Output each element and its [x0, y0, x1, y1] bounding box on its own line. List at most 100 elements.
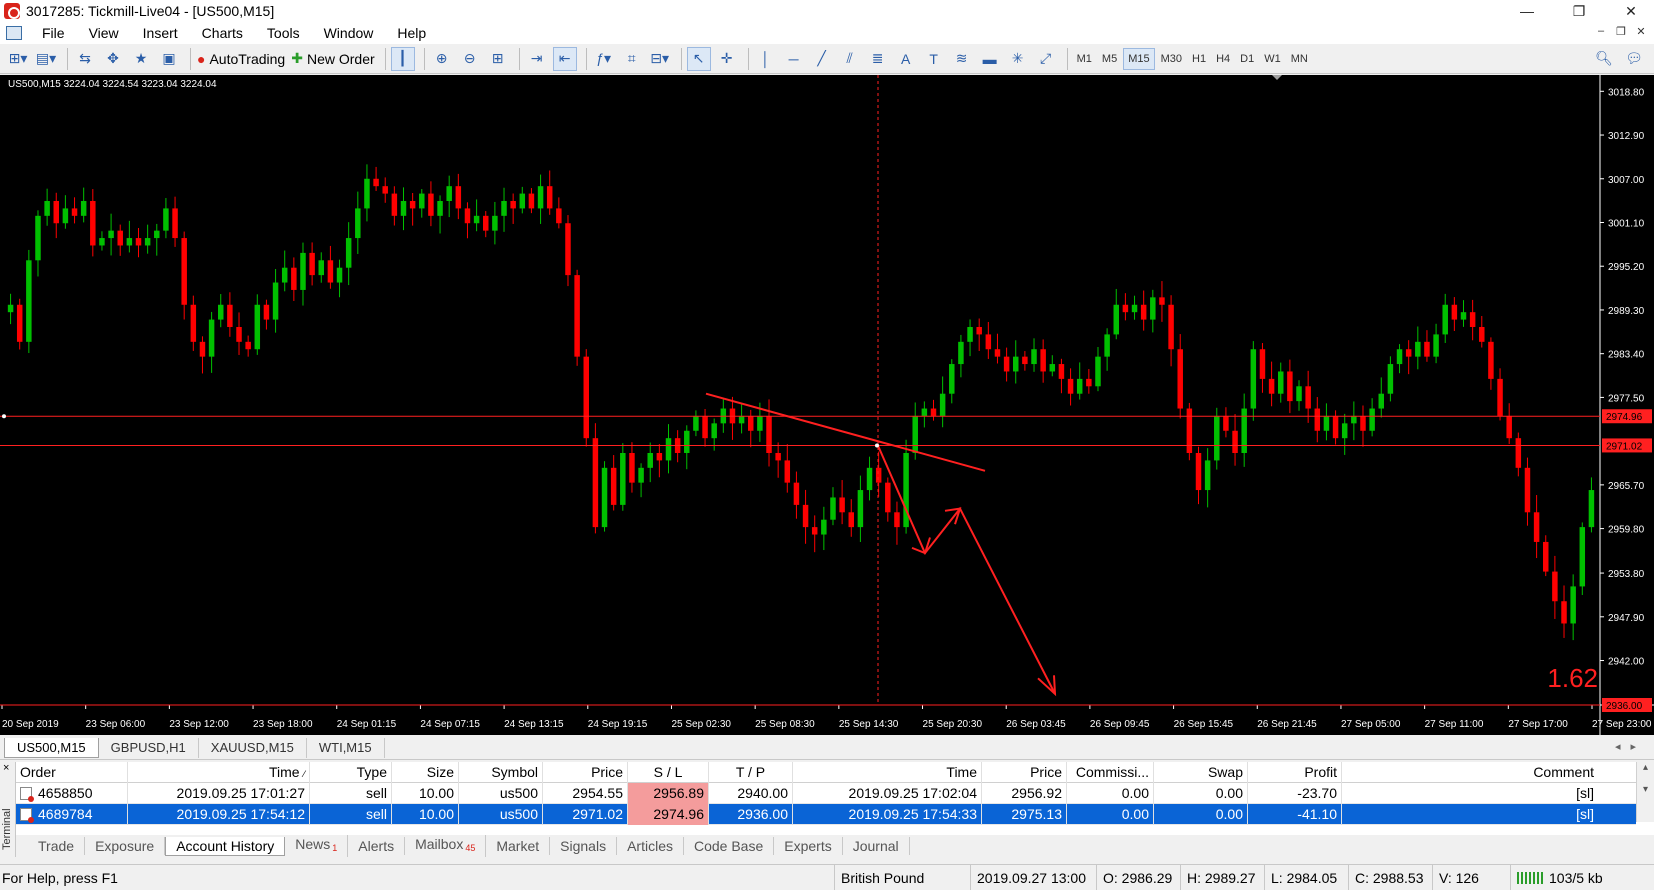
chart-tab-gbpusd-h1[interactable]: GBPUSD,H1 [99, 738, 199, 758]
tab-experts[interactable]: Experts [774, 837, 843, 855]
templates-icon[interactable]: ⊟▾ [648, 47, 672, 71]
zoom-out-icon[interactable]: ⊖ [458, 47, 482, 71]
zoom-in-icon[interactable]: ⊕ [430, 47, 454, 71]
vertical-line-icon[interactable]: │ [754, 47, 778, 71]
close-button[interactable]: ✕ [1608, 0, 1654, 22]
tab-code-base[interactable]: Code Base [684, 837, 775, 855]
timeframe-h4[interactable]: H4 [1212, 48, 1234, 70]
candle-body [1177, 349, 1183, 409]
column-header[interactable]: Time [793, 761, 982, 783]
column-header[interactable]: S / L [628, 761, 709, 783]
menu-view[interactable]: View [77, 22, 131, 44]
table-row[interactable]: 4658850 2019.09.25 17:01:27 sell 10.00 u… [16, 782, 1636, 804]
column-header[interactable]: Symbol [459, 761, 543, 783]
tab-trade[interactable]: Trade [28, 837, 86, 855]
terminal-toggle-icon[interactable]: ▣ [157, 47, 181, 71]
trendline-icon[interactable]: ╱ [810, 47, 834, 71]
chart-tab-wti-m15[interactable]: WTI,M15 [307, 738, 385, 758]
menu-tools[interactable]: Tools [255, 22, 312, 44]
chart-tab-us500-m15[interactable]: US500,M15 [4, 738, 99, 758]
tab-alerts[interactable]: Alerts [348, 837, 406, 855]
tab-articles[interactable]: Articles [617, 837, 684, 855]
status-profile[interactable]: British Pound [834, 865, 966, 890]
column-header[interactable]: T / P [709, 761, 793, 783]
chart-window-icon[interactable] [6, 26, 22, 40]
tab-news[interactable]: News 1 [285, 835, 349, 857]
menu-charts[interactable]: Charts [190, 22, 255, 44]
tab-exposure[interactable]: Exposure [85, 837, 166, 855]
timeframe-h1[interactable]: H1 [1188, 48, 1210, 70]
menu-window[interactable]: Window [312, 22, 386, 44]
crosshair-icon[interactable]: ✛ [715, 47, 739, 71]
column-header[interactable]: Price [982, 761, 1067, 783]
timeframe-m1[interactable]: M1 [1073, 48, 1096, 70]
timeframe-m15[interactable]: M15 [1123, 47, 1155, 70]
restore-button[interactable]: ❐ [1556, 0, 1602, 22]
periodicity-icon[interactable]: ⌗ [620, 47, 644, 71]
status-connection[interactable]: 103/5 kb [1510, 865, 1654, 890]
chart-restore-icon[interactable]: ❐ [1612, 25, 1630, 38]
chart-canvas[interactable]: 3018.80 3012.90 3007.00 3001.10 2995.20 2989.… [0, 75, 1654, 735]
menu-insert[interactable]: Insert [131, 22, 190, 44]
tab-account-history[interactable]: Account History [165, 836, 286, 856]
chart-minimize-icon[interactable]: – [1592, 25, 1610, 37]
column-header[interactable]: Time ⁄ [128, 761, 310, 783]
horizontal-line-icon[interactable]: ─ [782, 47, 806, 71]
channel-icon[interactable]: ⫽ [838, 47, 862, 71]
tab-journal[interactable]: Journal [843, 837, 910, 855]
profiles-icon[interactable]: ▤▾ [34, 47, 58, 71]
column-header[interactable]: Swap [1154, 761, 1248, 783]
candle-body [1113, 304, 1119, 335]
table-scrollbar[interactable]: ▴ ▾ [1636, 762, 1654, 822]
indicators-icon[interactable]: ƒ▾ [592, 47, 616, 71]
autotrading-button[interactable]: ● AutoTrading [196, 47, 286, 71]
chat-icon[interactable]: 💬︎ [1622, 47, 1646, 71]
fibonacci-icon[interactable]: ≣ [866, 47, 890, 71]
chart-tab-xauusd-m15[interactable]: XAUUSD,M15 [199, 738, 307, 758]
arrow-tools-icon[interactable]: ⤢ [1034, 47, 1058, 71]
new-chart-icon[interactable]: ⊞▾ [6, 47, 30, 71]
column-header[interactable]: Type [310, 761, 392, 783]
timeframe-m30[interactable]: M30 [1157, 48, 1186, 70]
timeframe-w1[interactable]: W1 [1260, 48, 1285, 70]
terminal-close-icon[interactable]: × [3, 762, 9, 774]
tile-windows-icon[interactable]: ⊞ [486, 47, 510, 71]
tab-mailbox[interactable]: Mailbox 45 [405, 835, 487, 857]
text-icon[interactable]: A [894, 47, 918, 71]
column-header[interactable]: Size [392, 761, 459, 783]
fib-fan-icon[interactable]: ≋ [950, 47, 974, 71]
market-watch-icon[interactable]: ⇆ [73, 47, 97, 71]
tab-market[interactable]: Market [486, 837, 551, 855]
chart-shift-icon[interactable]: ⇥ [525, 47, 549, 71]
menu-file[interactable]: File [30, 22, 77, 44]
column-header[interactable]: Order [16, 761, 128, 783]
timeframe-m5[interactable]: M5 [1098, 48, 1121, 70]
bar-chart-icon[interactable]: ┃ [390, 46, 415, 71]
candle-body [236, 327, 242, 342]
favorites-icon[interactable]: ★ [129, 47, 153, 71]
search-icon[interactable]: 🔍︎ [1592, 47, 1616, 71]
column-header[interactable]: Profit [1248, 761, 1342, 783]
chart-tab-scroll-icon[interactable]: ◂▸ [1615, 740, 1646, 753]
new-order-button[interactable]: ✚ New Order [290, 47, 375, 71]
price-chart[interactable]: 3018.80 3012.90 3007.00 3001.10 2995.20 2989.… [0, 75, 1654, 735]
gann-icon[interactable]: ✳ [1006, 47, 1030, 71]
status-close: C: 2988.53 [1348, 865, 1432, 890]
candle-body [1314, 408, 1321, 431]
minimize-button[interactable]: — [1504, 0, 1550, 22]
candle-body [318, 260, 324, 276]
column-header[interactable]: Comment [1342, 762, 1598, 783]
timeframe-mn[interactable]: MN [1287, 48, 1312, 70]
table-row-selected[interactable]: 4689784 2019.09.25 17:54:12 sell 10.00 u… [16, 803, 1636, 825]
rectangle-icon[interactable]: ▬ [978, 47, 1002, 71]
chart-close-icon[interactable]: ✕ [1632, 25, 1650, 38]
menu-help[interactable]: Help [385, 22, 438, 44]
column-header[interactable]: Commissi... [1067, 761, 1154, 783]
cursor-icon[interactable]: ↖ [686, 46, 711, 71]
column-header[interactable]: Price [543, 761, 628, 783]
text-label-icon[interactable]: T [922, 47, 946, 71]
navigator-icon[interactable]: ✥ [101, 47, 125, 71]
tab-signals[interactable]: Signals [550, 837, 618, 855]
auto-scroll-icon[interactable]: ⇤ [552, 46, 577, 71]
timeframe-d1[interactable]: D1 [1236, 48, 1258, 70]
